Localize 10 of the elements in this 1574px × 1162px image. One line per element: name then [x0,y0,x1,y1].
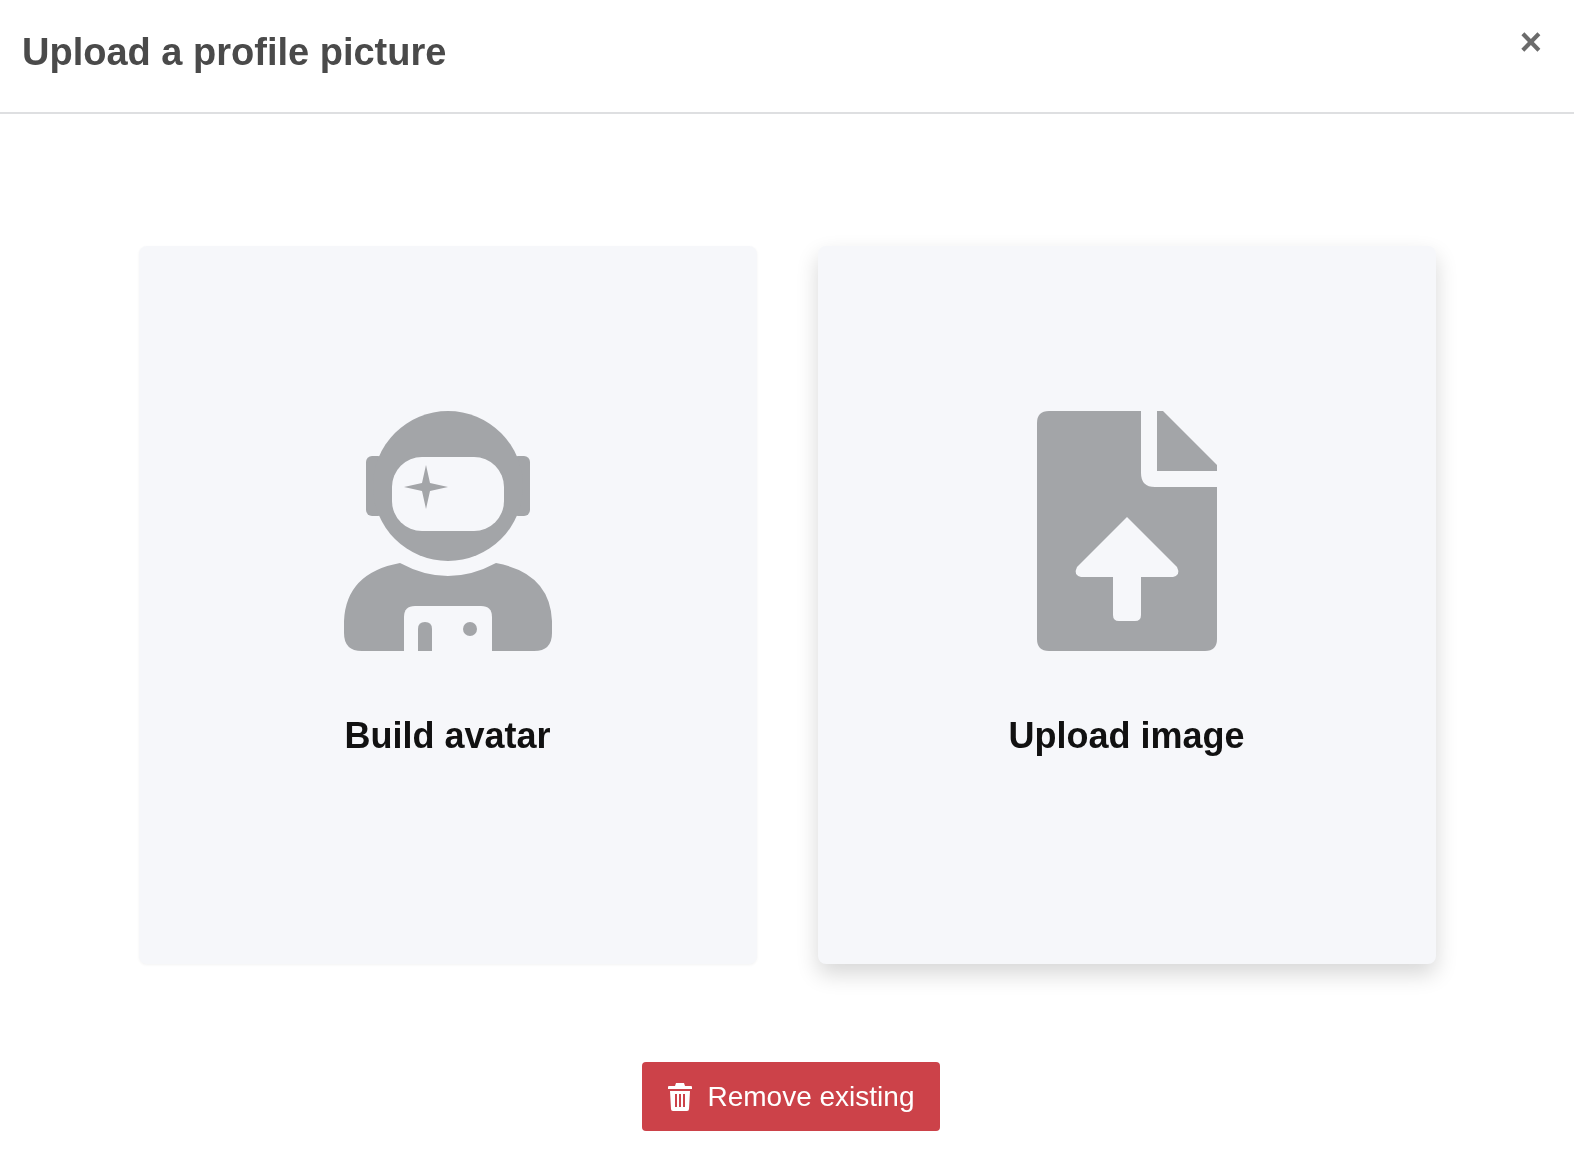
trash-icon [667,1082,692,1111]
dialog-title: Upload a profile picture [22,30,447,74]
option-label: Build avatar [344,715,551,757]
astronaut-icon [343,411,552,651]
option-card[interactable]: Build avatar [138,246,757,964]
option-label: Upload image [1008,715,1245,757]
file-upload-icon [1036,411,1217,651]
remove-button[interactable]: Remove existing [641,1062,941,1131]
option-card[interactable]: Upload image [817,246,1436,964]
close-button[interactable]: × [1515,23,1546,61]
